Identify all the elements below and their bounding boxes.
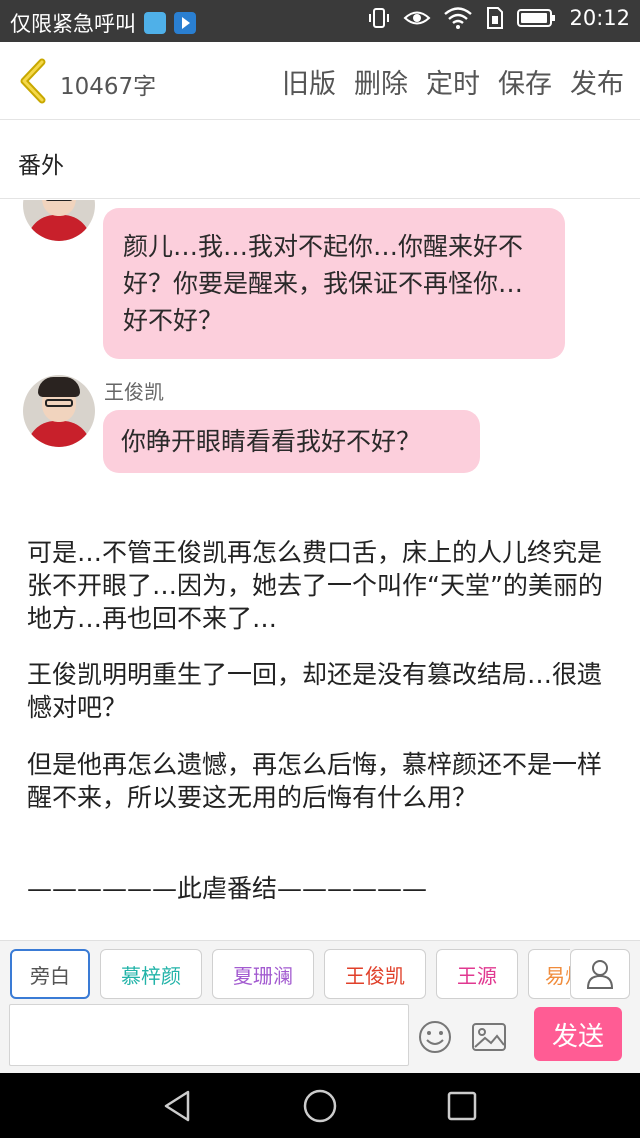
toolbar-actions: 旧版 删除 定时 保存 发布 (282, 62, 624, 101)
role-tab-label: 王俊凯 (345, 963, 405, 988)
battery-icon (517, 9, 556, 27)
speaker-name: 王俊凯 (104, 380, 164, 404)
role-tab-narrator[interactable]: 旁白 (10, 949, 90, 999)
narration-paragraph: 王俊凯明明重生了一回，却还是没有篡改结局…很遗憾对吧？ (27, 660, 603, 722)
vibrate-icon (369, 8, 390, 28)
image-button[interactable] (471, 1021, 507, 1053)
status-right: 20:12 (367, 6, 630, 30)
image-icon (472, 1023, 506, 1051)
system-nav-bar (0, 1073, 640, 1138)
role-tab-label: 慕梓颜 (121, 963, 181, 988)
eye-icon (403, 11, 431, 25)
role-tab-mu-ziyan[interactable]: 慕梓颜 (100, 949, 202, 999)
avatar[interactable] (23, 375, 95, 447)
avatar-hair (38, 377, 80, 397)
status-left: 仅限紧急呼叫 (10, 8, 196, 38)
chevron-left-icon (20, 58, 46, 104)
role-tab-xia-shanlan[interactable]: 夏珊澜 (212, 949, 314, 999)
sim-icon (487, 7, 504, 29)
back-button[interactable] (14, 56, 54, 106)
avatar-shirt (27, 421, 91, 447)
story-content[interactable]: 颜儿…我…我对不起你…你醒来好不好？你要是醒来，我保证不再怪你…好不好？ 王俊凯… (0, 200, 640, 940)
status-bar: 仅限紧急呼叫 20:12 (0, 0, 640, 42)
narration-paragraph: 但是他再怎么遗憾，再怎么后悔，慕梓颜还不是一样醒不来，所以要这无用的后悔有什么用… (27, 750, 603, 812)
role-tab-yi-yangqianxi[interactable]: 易烊千玺 (528, 949, 570, 999)
avatar-shirt (27, 215, 91, 241)
avatar-face (42, 200, 76, 216)
message-bubble[interactable]: 颜儿…我…我对不起你…你醒来好不好？你要是醒来，我保证不再怪你…好不好？ (103, 208, 565, 359)
avatar-glasses (45, 399, 73, 407)
save-button[interactable]: 保存 (498, 62, 552, 101)
video-app-icon (174, 12, 196, 34)
role-tab-label: 夏珊澜 (233, 963, 293, 988)
timer-button[interactable]: 定时 (426, 62, 480, 101)
avatar[interactable] (23, 200, 95, 241)
notification-text: 仅限紧急呼叫 (10, 12, 136, 36)
old-version-button[interactable]: 旧版 (282, 62, 336, 101)
qq-app-icon (144, 12, 166, 34)
status-time: 20:12 (569, 6, 630, 30)
square-recents-icon (447, 1091, 477, 1121)
narration-paragraph: 可是…不管王俊凯再怎么费口舌，床上的人儿终究是张不开眼了…因为，她去了一个叫作“… (27, 538, 603, 633)
role-tab-wang-junkai[interactable]: 王俊凯 (324, 949, 426, 999)
avatar-glasses (45, 200, 73, 201)
word-count: 10467字 (60, 74, 157, 100)
send-button[interactable]: 发送 (534, 1007, 622, 1061)
chapter-bar: 番外 (0, 121, 640, 199)
nav-back-button[interactable] (158, 1087, 196, 1125)
composer-panel: 旁白 慕梓颜 夏珊澜 王俊凯 王源 易烊千玺 发送 (0, 940, 640, 1073)
person-icon (586, 960, 614, 989)
nav-recents-button[interactable] (443, 1087, 481, 1125)
delete-button[interactable]: 删除 (354, 62, 408, 101)
role-tab-label: 易烊千玺 (545, 963, 570, 988)
narration-paragraph: ——————此虐番结—————— (27, 874, 428, 903)
circle-home-icon (303, 1089, 337, 1123)
role-tab-wang-yuan[interactable]: 王源 (436, 949, 518, 999)
role-tab-label: 王源 (457, 963, 497, 988)
chapter-title[interactable]: 番外 (18, 146, 64, 180)
editor-toolbar: 10467字 旧版 删除 定时 保存 发布 (0, 42, 640, 120)
role-manage-button[interactable] (570, 949, 630, 999)
wifi-icon (444, 7, 473, 29)
role-tab-label: 旁白 (30, 963, 70, 988)
emoji-button[interactable] (417, 1019, 453, 1055)
emoji-icon (419, 1021, 451, 1053)
publish-button[interactable]: 发布 (570, 62, 624, 101)
triangle-back-icon (164, 1090, 190, 1122)
message-bubble[interactable]: 你睁开眼睛看看我好不好？ (103, 410, 480, 473)
role-tabs: 旁白 慕梓颜 夏珊澜 王俊凯 王源 易烊千玺 (10, 949, 570, 999)
nav-home-button[interactable] (301, 1087, 339, 1125)
message-input[interactable] (9, 1004, 409, 1066)
